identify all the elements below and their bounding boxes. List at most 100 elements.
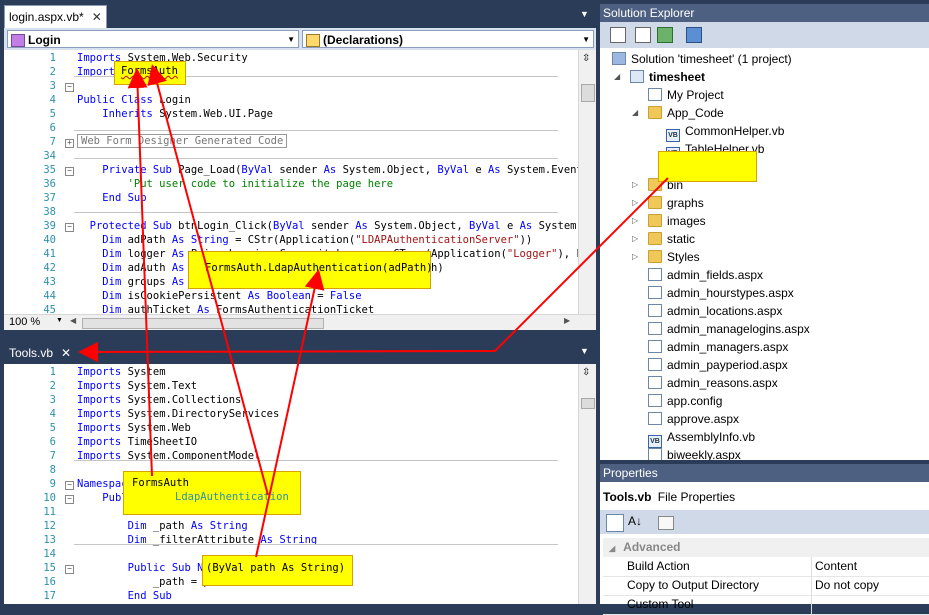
- properties-icon[interactable]: [610, 27, 626, 43]
- tree-item[interactable]: static: [648, 230, 695, 248]
- line-number: 5: [49, 108, 56, 120]
- code-line[interactable]: Dim adPath As String = CStr(Application(…: [77, 234, 532, 246]
- fold-toggle-icon[interactable]: −: [65, 83, 74, 92]
- code-line[interactable]: Inherits System.Web.UI.Page: [77, 108, 273, 120]
- code-line[interactable]: Imports TimeSheetIO: [77, 436, 197, 448]
- tree-item[interactable]: admin_reasons.aspx: [648, 374, 778, 392]
- collapsed-region[interactable]: Web Form Designer Generated Code: [77, 134, 288, 148]
- alphabetical-icon[interactable]: A↓: [628, 514, 642, 528]
- scroll-thumb[interactable]: [581, 84, 595, 102]
- refresh-icon[interactable]: [657, 27, 673, 43]
- fold-toggle-icon[interactable]: −: [65, 167, 74, 176]
- code-line[interactable]: 'Put user code to initialize the page he…: [77, 178, 394, 190]
- line-number: 35: [43, 164, 56, 176]
- class-combo[interactable]: Login ▼: [7, 30, 299, 48]
- code-line[interactable]: Private Sub Page_Load(ByVal sender As Sy…: [77, 164, 596, 176]
- code-line[interactable]: Imports System.Collections: [77, 394, 241, 406]
- property-value[interactable]: Do not copy: [815, 576, 879, 595]
- chevron-down-icon[interactable]: ▼: [580, 9, 589, 19]
- tab-tools-vb[interactable]: Tools.vb ✕: [4, 341, 77, 364]
- code-line[interactable]: End Sub: [77, 590, 172, 602]
- scroll-thumb[interactable]: [581, 398, 595, 409]
- horizontal-scrollbar[interactable]: 100 % ▼ ◀ ▶: [4, 314, 596, 330]
- tree-item-label: admin_locations.aspx: [667, 304, 783, 318]
- code-line[interactable]: Imports System.Text: [77, 380, 197, 392]
- split-icon[interactable]: ⇳: [582, 53, 590, 64]
- tree-item[interactable]: App_Code: [648, 104, 724, 122]
- tree-item[interactable]: graphs: [648, 194, 704, 212]
- fold-toggle-icon[interactable]: −: [65, 495, 74, 504]
- tree-item[interactable]: admin_managelogins.aspx: [648, 320, 810, 338]
- property-value[interactable]: Content: [815, 557, 857, 576]
- property-category[interactable]: ◢ Advanced: [603, 538, 929, 557]
- zoom-level[interactable]: 100 %: [9, 316, 40, 328]
- scroll-thumb[interactable]: [82, 318, 324, 329]
- fold-toggle-icon[interactable]: −: [65, 565, 74, 574]
- tree-item-label: admin_payperiod.aspx: [667, 358, 788, 372]
- property-row[interactable]: Copy to Output Directory Do not copy: [603, 576, 929, 596]
- object-name: Tools.vb: [603, 490, 652, 504]
- tree-item[interactable]: admin_locations.aspx: [648, 302, 782, 320]
- expand-toggle-icon[interactable]: ▷: [632, 234, 638, 243]
- aspx-file-icon: [648, 448, 662, 460]
- expand-toggle-icon[interactable]: ◢: [614, 72, 620, 81]
- vertical-scrollbar[interactable]: ⇳: [578, 364, 596, 604]
- line-number: 41: [43, 248, 56, 260]
- tree-item[interactable]: admin_payperiod.aspx: [648, 356, 788, 374]
- code-line[interactable]: Imports System.Web: [77, 422, 191, 434]
- tree-item[interactable]: Solution 'timesheet' (1 project): [612, 50, 792, 68]
- scroll-left-icon[interactable]: ◀: [70, 316, 76, 325]
- line-number: 39: [43, 220, 56, 232]
- solution-explorer-tree[interactable]: Solution 'timesheet' (1 project) ◢ timeshe…: [600, 48, 929, 460]
- class-diagram-icon[interactable]: [686, 27, 702, 43]
- vertical-scrollbar[interactable]: ⇳: [578, 50, 596, 314]
- code-line[interactable]: Imports System: [77, 366, 166, 378]
- close-icon[interactable]: ✕: [61, 346, 71, 360]
- chevron-down-icon: ▼: [582, 35, 590, 44]
- expand-toggle-icon[interactable]: ▷: [632, 252, 638, 261]
- property-pages-icon[interactable]: [658, 516, 674, 530]
- fold-toggle-icon[interactable]: −: [65, 223, 74, 232]
- line-number: 6: [49, 122, 56, 134]
- property-name: Copy to Output Directory: [627, 578, 760, 592]
- property-row[interactable]: Build Action Content: [603, 557, 929, 577]
- tree-item[interactable]: VB AssemblyInfo.vb: [648, 428, 755, 448]
- tree-item[interactable]: admin_hourstypes.aspx: [648, 284, 794, 302]
- tab-login-aspx-vb[interactable]: login.aspx.vb* ✕: [4, 5, 107, 28]
- fold-toggle-icon[interactable]: +: [65, 139, 74, 148]
- split-icon[interactable]: ⇳: [582, 367, 590, 378]
- code-line[interactable]: Imports System.DirectoryServices: [77, 408, 279, 420]
- code-line[interactable]: Public Class Login: [77, 94, 191, 106]
- properties-object-selector[interactable]: Tools.vb File Properties: [603, 486, 925, 508]
- tree-item[interactable]: admin_managers.aspx: [648, 338, 788, 356]
- tree-item[interactable]: VB CommonHelper.vb: [666, 122, 784, 142]
- tree-item[interactable]: admin_fields.aspx: [648, 266, 763, 284]
- categorized-icon[interactable]: [606, 514, 624, 532]
- code-line[interactable]: Dim _path As String: [77, 520, 248, 532]
- scroll-right-icon[interactable]: ▶: [564, 316, 570, 325]
- property-row[interactable]: Custom Tool: [603, 595, 929, 615]
- collapse-icon[interactable]: ◢: [609, 544, 615, 553]
- code-line[interactable]: Dim isCookiePersistent As Boolean = Fals…: [77, 290, 361, 302]
- tree-item[interactable]: images: [648, 212, 706, 230]
- show-all-files-icon[interactable]: [635, 27, 651, 43]
- code-line[interactable]: Protected Sub btnLogin_Click(ByVal sende…: [77, 220, 596, 232]
- fold-toggle-icon[interactable]: −: [65, 481, 74, 490]
- expand-toggle-icon[interactable]: ◢: [632, 108, 638, 117]
- tree-item[interactable]: app.config: [648, 392, 722, 410]
- expand-toggle-icon[interactable]: ▷: [632, 198, 638, 207]
- tree-item[interactable]: Styles: [648, 248, 700, 266]
- chevron-down-icon[interactable]: ▼: [580, 346, 589, 356]
- code-line[interactable]: End Sub: [77, 192, 146, 204]
- tree-item[interactable]: approve.aspx: [648, 410, 739, 428]
- tree-item[interactable]: timesheet: [630, 68, 705, 86]
- member-combo[interactable]: (Declarations) ▼: [302, 30, 594, 48]
- chevron-down-icon[interactable]: ▼: [56, 317, 63, 324]
- tree-item-label: admin_managelogins.aspx: [667, 322, 810, 336]
- close-icon[interactable]: ✕: [92, 10, 102, 24]
- tree-item-label: Solution 'timesheet' (1 project): [631, 52, 792, 66]
- expand-toggle-icon[interactable]: ▷: [632, 180, 638, 189]
- tree-item[interactable]: My Project: [648, 86, 724, 104]
- tree-item[interactable]: biweekly.aspx: [648, 446, 741, 460]
- expand-toggle-icon[interactable]: ▷: [632, 216, 638, 225]
